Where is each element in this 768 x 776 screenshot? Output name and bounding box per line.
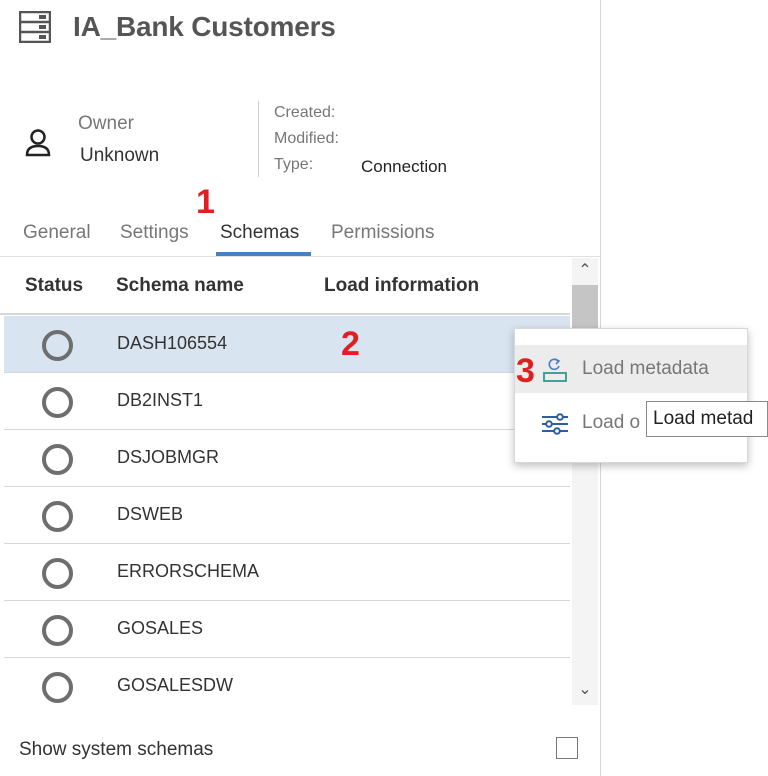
tabs-divider bbox=[0, 256, 600, 257]
load-metadata-icon bbox=[543, 358, 567, 382]
annotation-1: 1 bbox=[196, 183, 215, 221]
annotation-3: 3 bbox=[516, 352, 535, 390]
menu-item-label: Load o bbox=[582, 412, 641, 433]
status-circle-icon bbox=[42, 444, 73, 475]
meta-divider bbox=[258, 101, 259, 177]
table-row[interactable]: DSJOBMGR bbox=[4, 430, 570, 487]
schema-name: ERRORSCHEMA bbox=[117, 561, 260, 581]
scroll-up-icon[interactable]: ⌃ bbox=[572, 258, 598, 284]
status-circle-icon bbox=[42, 330, 73, 361]
table-row[interactable]: DB2INST1 bbox=[4, 373, 570, 430]
column-header-status: Status bbox=[25, 275, 84, 296]
column-header-schema-name: Schema name bbox=[116, 275, 244, 296]
type-value: Connection bbox=[361, 157, 448, 176]
table-row[interactable]: GOSALESDW bbox=[4, 658, 570, 704]
context-menu: Load metadata Load o bbox=[514, 328, 748, 463]
details-panel: IA_Bank Customers Owner Unknown Created:… bbox=[0, 0, 601, 776]
annotation-2: 2 bbox=[341, 325, 360, 363]
schema-name: GOSALES bbox=[117, 618, 204, 638]
status-circle-icon bbox=[42, 501, 73, 532]
tab-general[interactable]: General bbox=[23, 222, 91, 244]
type-label: Type: bbox=[274, 156, 314, 173]
show-system-schemas-label: Show system schemas bbox=[19, 739, 214, 760]
database-connection-icon bbox=[19, 11, 51, 43]
table-row[interactable]: GOSALES bbox=[4, 601, 570, 658]
sliders-icon bbox=[542, 413, 568, 435]
status-circle-icon bbox=[42, 672, 73, 703]
created-label: Created: bbox=[274, 104, 336, 121]
table-header-divider bbox=[0, 313, 570, 315]
page-title: IA_Bank Customers bbox=[73, 11, 336, 42]
schema-name: DSJOBMGR bbox=[117, 447, 220, 467]
column-header-load-information: Load information bbox=[324, 275, 480, 296]
status-circle-icon bbox=[42, 387, 73, 418]
table-row[interactable]: DASH106554 bbox=[4, 316, 570, 373]
schema-name: DASH106554 bbox=[117, 333, 228, 353]
modified-label: Modified: bbox=[274, 130, 339, 147]
status-circle-icon bbox=[42, 558, 73, 589]
tab-settings[interactable]: Settings bbox=[120, 222, 189, 244]
schema-name: DSWEB bbox=[117, 504, 184, 524]
schema-name: DB2INST1 bbox=[117, 390, 204, 410]
show-system-schemas-checkbox[interactable] bbox=[556, 737, 578, 759]
user-icon bbox=[25, 129, 51, 157]
menu-item-load-metadata[interactable]: Load metadata bbox=[515, 345, 747, 393]
status-circle-icon bbox=[42, 615, 73, 646]
owner-label: Owner bbox=[78, 113, 134, 134]
table-row[interactable]: ERRORSCHEMA bbox=[4, 544, 570, 601]
menu-item-label: Load metadata bbox=[582, 358, 709, 379]
tab-schemas[interactable]: Schemas bbox=[220, 222, 299, 244]
scroll-down-icon[interactable]: ⌄ bbox=[572, 677, 598, 703]
table-row[interactable]: DSWEB bbox=[4, 487, 570, 544]
tooltip: Load metad bbox=[646, 401, 768, 437]
owner-value: Unknown bbox=[80, 145, 160, 166]
schema-name: GOSALESDW bbox=[117, 675, 234, 695]
tab-permissions[interactable]: Permissions bbox=[331, 222, 434, 244]
